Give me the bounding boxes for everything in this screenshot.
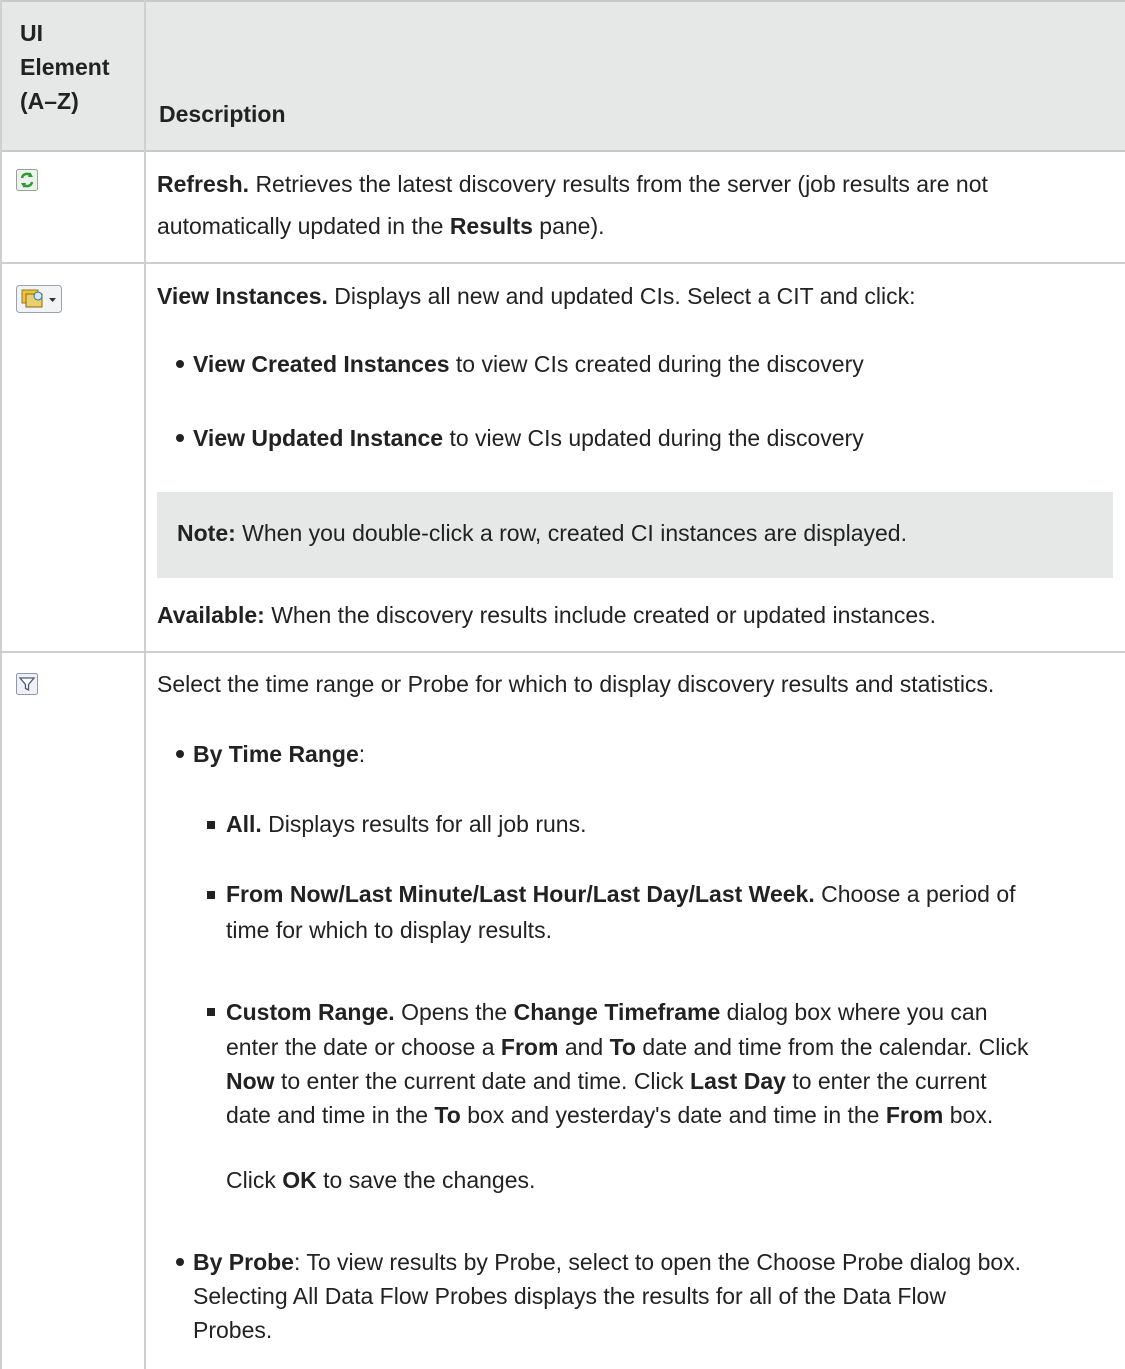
header-ui-element: UI Element (A–Z) [20, 16, 109, 118]
bullet [176, 434, 184, 442]
view-instances-line-1: View Instances. Displays all new and upd… [157, 279, 916, 313]
view-updated-label: View Updated Instance [193, 425, 444, 451]
header-line: UI [20, 20, 43, 46]
text: pane). [539, 213, 605, 239]
text: date and time from the calendar. Click [642, 1034, 1029, 1060]
last-day-term: Last Day [690, 1068, 786, 1094]
text: Displays results for all job runs. [268, 811, 587, 837]
by-probe-line-3: Probes. [193, 1317, 273, 1343]
view-instances-title: View Instances. [157, 283, 328, 309]
text: to enter the current date and time. Clic… [280, 1068, 684, 1094]
custom-range-label: Custom Range. [226, 999, 395, 1025]
sub-bullet [207, 1008, 215, 1016]
view-created-item: View Created Instances to view CIs creat… [193, 347, 864, 381]
from-now-line-1: From Now/Last Minute/Last Hour/Last Day/… [226, 877, 1016, 911]
all-item: All. Displays results for all job runs. [226, 807, 586, 841]
custom-line-2: enter the date or choose a From and To d… [226, 1030, 1028, 1064]
text: enter the date or choose a [226, 1034, 495, 1060]
from-now-line-2: time for which to display results. [226, 917, 552, 943]
header-description: Description [159, 101, 286, 127]
view-updated-item: View Updated Instance to view CIs update… [193, 421, 864, 455]
text: box and yesterday's date and time in the [467, 1102, 880, 1128]
custom-line-5: Click OK to save the changes. [226, 1163, 535, 1197]
refresh-title: Refresh. [157, 171, 250, 197]
text: to save the changes. [323, 1167, 536, 1193]
refresh-icon[interactable] [16, 169, 38, 197]
text: to view CIs created during the discovery [455, 351, 864, 377]
to-term: To [609, 1034, 636, 1060]
text: box. [949, 1102, 994, 1128]
refresh-line-1: Refresh. Retrieves the latest discovery … [157, 167, 988, 201]
text: automatically updated in the [157, 213, 444, 239]
text: Opens the [401, 999, 508, 1025]
table-header [0, 0, 1125, 152]
sub-bullet [207, 821, 215, 829]
column-divider [144, 0, 146, 1369]
table-left-border [0, 0, 2, 1369]
view-created-label: View Created Instances [193, 351, 450, 377]
view-instances-desc: Displays all new and updated CIs. Select… [334, 283, 916, 309]
by-time-range-label: By Time Range [193, 741, 359, 767]
text: Click [226, 1167, 276, 1193]
custom-line-1: Custom Range. Opens the Change Timeframe… [226, 995, 987, 1029]
header-line: (A–Z) [20, 88, 79, 114]
ok-term: OK [282, 1167, 317, 1193]
text: dialog box where you can [726, 999, 988, 1025]
header-line: Element [20, 54, 110, 80]
by-probe-label: By Probe [193, 1249, 294, 1275]
bullet [176, 360, 184, 368]
note-box: Note: When you double-click a row, creat… [157, 492, 1113, 578]
from-term: From [500, 1034, 559, 1060]
available-label: Available: [157, 602, 265, 628]
text: When the discovery results include creat… [271, 602, 937, 628]
text: to enter the current [792, 1068, 987, 1094]
text: and [564, 1034, 604, 1060]
view-instances-icon[interactable] [16, 285, 62, 319]
note-label: Note: [177, 520, 236, 546]
text: to view CIs updated during the discovery [449, 425, 864, 451]
text: : [358, 741, 366, 767]
available-line: Available: When the discovery results in… [157, 598, 936, 632]
all-label: All. [226, 811, 262, 837]
bullet [176, 1258, 184, 1266]
bullet [176, 750, 184, 758]
to-term: To [434, 1102, 461, 1128]
note-text: Note: When you double-click a row, creat… [177, 516, 907, 550]
filter-icon[interactable] [16, 673, 38, 701]
by-time-range-item: By Time Range: [193, 737, 365, 771]
sub-bullet [207, 891, 215, 899]
by-probe-line-2: Selecting All Data Flow Probes displays … [193, 1283, 946, 1309]
from-now-label: From Now/Last Minute/Last Hour/Last Day/… [226, 881, 815, 907]
now-term: Now [226, 1068, 275, 1094]
text: : To view results by Probe, select to op… [293, 1249, 1022, 1275]
filter-intro: Select the time range or Probe for which… [157, 671, 995, 697]
refresh-line-2: automatically updated in the Results pan… [157, 209, 605, 243]
custom-line-4: date and time in the To box and yesterda… [226, 1098, 993, 1132]
by-probe-line-1: By Probe: To view results by Probe, sele… [193, 1245, 1021, 1279]
text: Choose a period of [821, 881, 1016, 907]
row-divider [0, 262, 1125, 264]
text: date and time in the [226, 1102, 429, 1128]
change-timeframe-term: Change Timeframe [513, 999, 721, 1025]
refresh-desc: Retrieves the latest discovery results f… [255, 171, 988, 197]
row-divider [0, 651, 1125, 653]
text: When you double-click a row, created CI … [242, 520, 907, 546]
custom-line-3: Now to enter the current date and time. … [226, 1064, 987, 1098]
from-term: From [885, 1102, 944, 1128]
results-pane-term: Results [449, 213, 533, 239]
